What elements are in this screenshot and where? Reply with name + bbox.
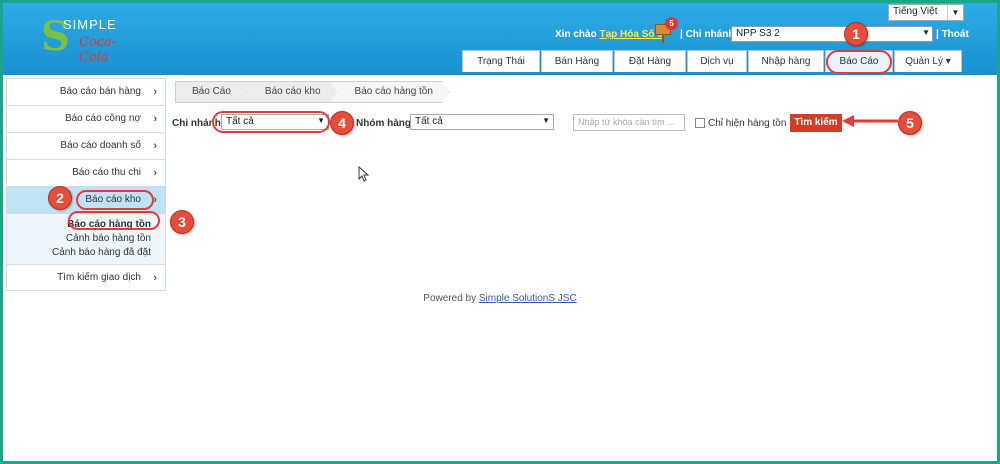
sidebar: Báo cáo bán hàng › Báo cáo công nợ › Báo c…	[6, 78, 166, 291]
greeting-prefix: Xin chào	[555, 29, 597, 40]
highlight-ring	[826, 50, 892, 74]
tab-nhap-hang[interactable]: Nhập hàng	[748, 50, 824, 72]
language-value: Tiếng Việt	[893, 6, 938, 17]
chevron-right-icon: ›	[153, 113, 157, 125]
annotation-marker-4: 4	[330, 111, 354, 135]
breadcrumb-item[interactable]: Báo cáo kho	[240, 81, 338, 103]
stock-only-checkbox[interactable]	[695, 118, 705, 128]
branch-value: NPP S3 2	[736, 28, 780, 39]
branch-label: | Chi nhánh:	[680, 29, 738, 40]
annotation-arrow	[842, 115, 898, 127]
breadcrumb: Báo Cáo Báo cáo kho Báo cáo hàng tồn	[175, 81, 450, 103]
sidebar-item-transaction-search[interactable]: Tìm kiếm giao dịch ›	[6, 264, 166, 291]
highlight-ring	[212, 111, 330, 133]
user-link[interactable]: Tạp Hóa Số 9	[599, 29, 662, 40]
highlight-ring	[76, 190, 154, 210]
sidebar-item-revenue-report[interactable]: Báo cáo doanh số ›	[6, 132, 166, 159]
footer: Powered by Simple SolutionS JSC	[0, 293, 1000, 304]
chevron-right-icon: ›	[153, 86, 157, 98]
chevron-right-icon: ›	[153, 140, 157, 152]
group-filter-select[interactable]: Tất cả ▼	[410, 114, 554, 130]
sidebar-subitem-ordered-warning[interactable]: Cảnh báo hàng đã đặt	[7, 246, 151, 260]
search-button[interactable]: Tìm kiếm	[790, 114, 842, 132]
tab-trang-thai[interactable]: Trạng Thái	[462, 50, 540, 72]
chevron-down-icon: ▼	[922, 28, 930, 37]
chevron-down-icon: ▼	[542, 116, 550, 125]
mouse-cursor-icon	[358, 166, 370, 182]
annotation-marker-3: 3	[170, 210, 194, 234]
chevron-right-icon: ›	[153, 167, 157, 179]
notification-badge: 5	[665, 17, 678, 30]
chevron-down-icon: ▼	[947, 5, 963, 20]
signboard-leg	[662, 35, 664, 43]
sidebar-item-cashflow-report[interactable]: Báo cáo thu chi ›	[6, 159, 166, 186]
annotation-marker-5: 5	[898, 111, 922, 135]
logo[interactable]: S SIMPLE Coca-Cola	[33, 11, 123, 65]
annotation-marker-2: 2	[48, 186, 72, 210]
footer-company-link[interactable]: Simple SolutionS JSC	[479, 293, 577, 304]
breadcrumb-current: Báo cáo hàng tồn	[330, 81, 450, 103]
group-filter-value: Tất cả	[415, 116, 443, 127]
language-select[interactable]: Tiếng Việt ▼	[888, 4, 964, 21]
stock-only-label: Chỉ hiện hàng tồn	[708, 118, 787, 129]
annotation-marker-1: 1	[844, 22, 868, 46]
branch-select[interactable]: NPP S3 2 ▼	[731, 26, 933, 42]
footer-prefix: Powered by	[423, 293, 477, 304]
notification-icon[interactable]: 5	[655, 17, 678, 43]
sidebar-subitem-inventory-warning[interactable]: Cảnh báo hàng tồn	[7, 232, 151, 246]
logout-link[interactable]: | Thoát	[936, 29, 969, 40]
tab-ban-hang[interactable]: Bán Hàng	[541, 50, 613, 72]
chevron-right-icon: ›	[153, 272, 157, 284]
logo-brand: Coca-Cola	[79, 35, 117, 65]
sidebar-item-debt-report[interactable]: Báo cáo công nợ ›	[6, 105, 166, 132]
highlight-ring	[68, 211, 160, 230]
logo-text: SIMPLE	[63, 17, 117, 32]
breadcrumb-item[interactable]: Báo Cáo	[175, 81, 248, 103]
tab-dich-vu[interactable]: Dịch vụ	[687, 50, 747, 72]
search-input[interactable]: Nhập từ khóa cần tìm ...	[573, 114, 685, 131]
tab-dat-hang[interactable]: Đặt Hàng	[614, 50, 686, 72]
greeting: Xin chào Tạp Hóa Số 9	[555, 29, 663, 40]
sidebar-item-sales-report[interactable]: Báo cáo bán hàng ›	[6, 78, 166, 105]
group-filter-label: Nhóm hàng:	[356, 118, 415, 129]
tab-quan-ly[interactable]: Quản Lý ▾	[894, 50, 962, 72]
